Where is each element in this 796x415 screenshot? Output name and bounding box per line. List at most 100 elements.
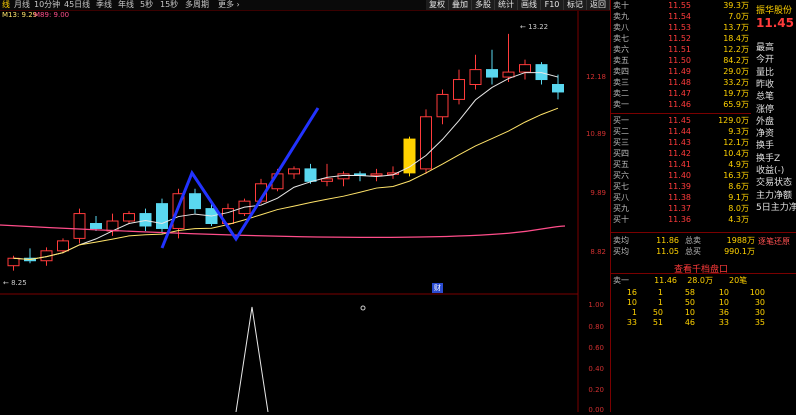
stock-name: 振华股份 <box>756 6 793 16</box>
sub-tick-label: 1.00 <box>588 301 604 309</box>
toolbar-button-5[interactable]: F10 <box>541 0 564 10</box>
stat-label: 外盘 <box>756 116 775 127</box>
toolbar-button-4[interactable]: 画线 <box>518 0 541 10</box>
orderbook-row[interactable]: 卖五 11.50 84.2万 <box>611 55 751 66</box>
orderbook-row[interactable]: 卖四 11.49 29.0万 <box>611 66 751 77</box>
price-tick-label: 12.18 <box>585 73 606 81</box>
toolbar-button-0[interactable]: 复权 <box>426 0 449 10</box>
candle-body <box>288 168 300 175</box>
candle-body <box>469 69 482 86</box>
period-tab-3[interactable]: 45日线 <box>64 0 90 10</box>
orderbook-price: 11.43 <box>668 138 691 147</box>
candle-body <box>321 178 333 182</box>
tick-restore-tag[interactable]: 逐笔还原 <box>758 236 790 247</box>
orderbook-row[interactable]: 买十 11.36 4.3万 <box>611 214 751 225</box>
orderbook-volume: 16.3万 <box>723 171 749 180</box>
ma-legend-0: M13: 9.29 <box>2 11 38 19</box>
orderbook-level-label: 买九 <box>613 204 629 213</box>
stat-label: 收益(-) <box>756 166 785 176</box>
orderbook-row[interactable]: 卖九 11.54 7.0万 <box>611 11 751 22</box>
stat-label: 涨停 <box>756 104 775 115</box>
orderbook-level-label: 买七 <box>613 182 629 191</box>
orderbook-row[interactable]: 买五 11.41 4.9万 <box>611 159 751 170</box>
orderbook-row[interactable]: 卖十 11.55 39.3万 <box>611 0 751 11</box>
orderbook-level-label: 卖七 <box>613 34 629 43</box>
stat-label: 量比 <box>756 67 775 78</box>
stat-label: 最高 <box>756 43 775 53</box>
toolbar-button-7[interactable]: 返回 <box>587 0 610 10</box>
orderbook-row[interactable]: 卖六 11.51 12.2万 <box>611 44 751 55</box>
orderbook-row[interactable]: 卖七 11.52 18.4万 <box>611 33 751 44</box>
orderbook-row[interactable]: 买九 11.37 8.0万 <box>611 203 751 214</box>
orderbook-row[interactable]: 卖三 11.48 33.2万 <box>611 77 751 88</box>
toolbar-button-2[interactable]: 多股 <box>472 0 495 10</box>
orderbook-row[interactable]: 买七 11.39 8.6万 <box>611 181 751 192</box>
orderbook-row[interactable]: 买三 11.43 12.1万 <box>611 137 751 148</box>
period-tab-2[interactable]: 10分钟 <box>34 0 60 10</box>
period-tab-4[interactable]: 季线 <box>96 0 112 10</box>
stat-label: 净资 <box>756 129 775 140</box>
toolbar-button-6[interactable]: 标记 <box>564 0 587 10</box>
stat-label: 主力净额 <box>756 190 793 201</box>
summary-label: 卖均 <box>613 236 629 245</box>
chart-area[interactable]: M13: 9.29 M89: 9.00 12.18 10.89 9.89 8.82 ← 13… <box>0 11 610 414</box>
period-tab-0[interactable]: 线 <box>2 0 10 10</box>
orderbook-volume: 9.1万 <box>728 193 749 202</box>
orderbook-row[interactable]: 买八 11.38 9.1万 <box>611 192 751 203</box>
orderbook-row[interactable]: 卖二 11.47 19.7万 <box>611 88 751 99</box>
tick-header-label: 卖一 <box>613 276 629 285</box>
summary-price: 11.86 <box>656 236 679 245</box>
orderbook-row[interactable]: 买六 11.40 16.3万 <box>611 170 751 181</box>
orderbook-level-label: 买四 <box>613 149 629 158</box>
toolbar-button-3[interactable]: 统计 <box>495 0 518 10</box>
candle-body <box>486 69 498 78</box>
ma-legend-1: M89: 9.00 <box>34 11 70 19</box>
indicator-dot <box>360 305 366 311</box>
toolbar-button-1[interactable]: 叠加 <box>449 0 472 10</box>
period-tab-1[interactable]: 月线 <box>14 0 30 10</box>
high-price-label: ← 13.22 <box>520 23 549 31</box>
orderbook-level-label: 卖九 <box>613 12 629 21</box>
orderbook-price: 11.50 <box>668 56 691 65</box>
stat-label: 昨收 <box>756 79 775 90</box>
candle-body <box>7 257 20 267</box>
period-tab-7[interactable]: 15秒 <box>160 0 178 10</box>
orderbook-level-label: 卖八 <box>613 23 629 32</box>
ma-short-line <box>13 72 559 260</box>
orderbook-divider <box>611 113 751 114</box>
price-tick-label: 9.89 <box>590 189 606 197</box>
candle-body <box>139 213 152 227</box>
candle-body <box>123 213 135 222</box>
orderbook-price: 11.39 <box>668 182 691 191</box>
candle-body <box>552 84 564 93</box>
candle-body <box>403 138 416 174</box>
orderbook-row[interactable]: 买四 11.42 10.4万 <box>611 148 751 159</box>
orderbook-price: 11.53 <box>668 23 691 32</box>
orderbook-level-label: 卖四 <box>613 67 629 76</box>
period-tab-6[interactable]: 5秒 <box>140 0 153 10</box>
orderbook-price: 11.36 <box>668 215 691 224</box>
orderbook-volume: 84.2万 <box>723 56 749 65</box>
orderbook-row[interactable]: 买二 11.44 9.3万 <box>611 126 751 137</box>
kline-chart[interactable] <box>0 11 610 413</box>
orderbook-volume: 39.3万 <box>723 1 749 10</box>
event-marker[interactable]: 财 <box>432 283 443 293</box>
period-tab-8[interactable]: 多周期 <box>185 0 209 10</box>
tick-header-row: 卖一 11.46 28.0万 20笔 <box>611 275 791 286</box>
orderbook-row[interactable]: 买一 11.45 129.0万 <box>611 115 751 126</box>
orderbook-row[interactable]: 卖八 11.53 13.7万 <box>611 22 751 33</box>
orderbook-volume: 65.9万 <box>723 100 749 109</box>
period-tab-9[interactable]: 更多 › <box>218 0 240 10</box>
tick-row: 33 51 46 33 35 <box>611 317 791 328</box>
summary-divider <box>611 232 796 233</box>
period-tab-5[interactable]: 年线 <box>118 0 134 10</box>
orderbook-row[interactable]: 卖一 11.46 65.9万 <box>611 99 751 110</box>
tick-cell: 35 <box>754 318 765 327</box>
orderbook-volume: 4.9万 <box>728 160 749 169</box>
orderbook-price: 11.37 <box>668 204 691 213</box>
summary-row: 买均 11.05 总买 990.1万 <box>611 246 761 257</box>
indicator-spike-line <box>235 306 269 413</box>
orderbook-volume: 12.1万 <box>723 138 749 147</box>
orderbook-level-label: 买三 <box>613 138 629 147</box>
orderbook-volume: 7.0万 <box>728 12 749 21</box>
